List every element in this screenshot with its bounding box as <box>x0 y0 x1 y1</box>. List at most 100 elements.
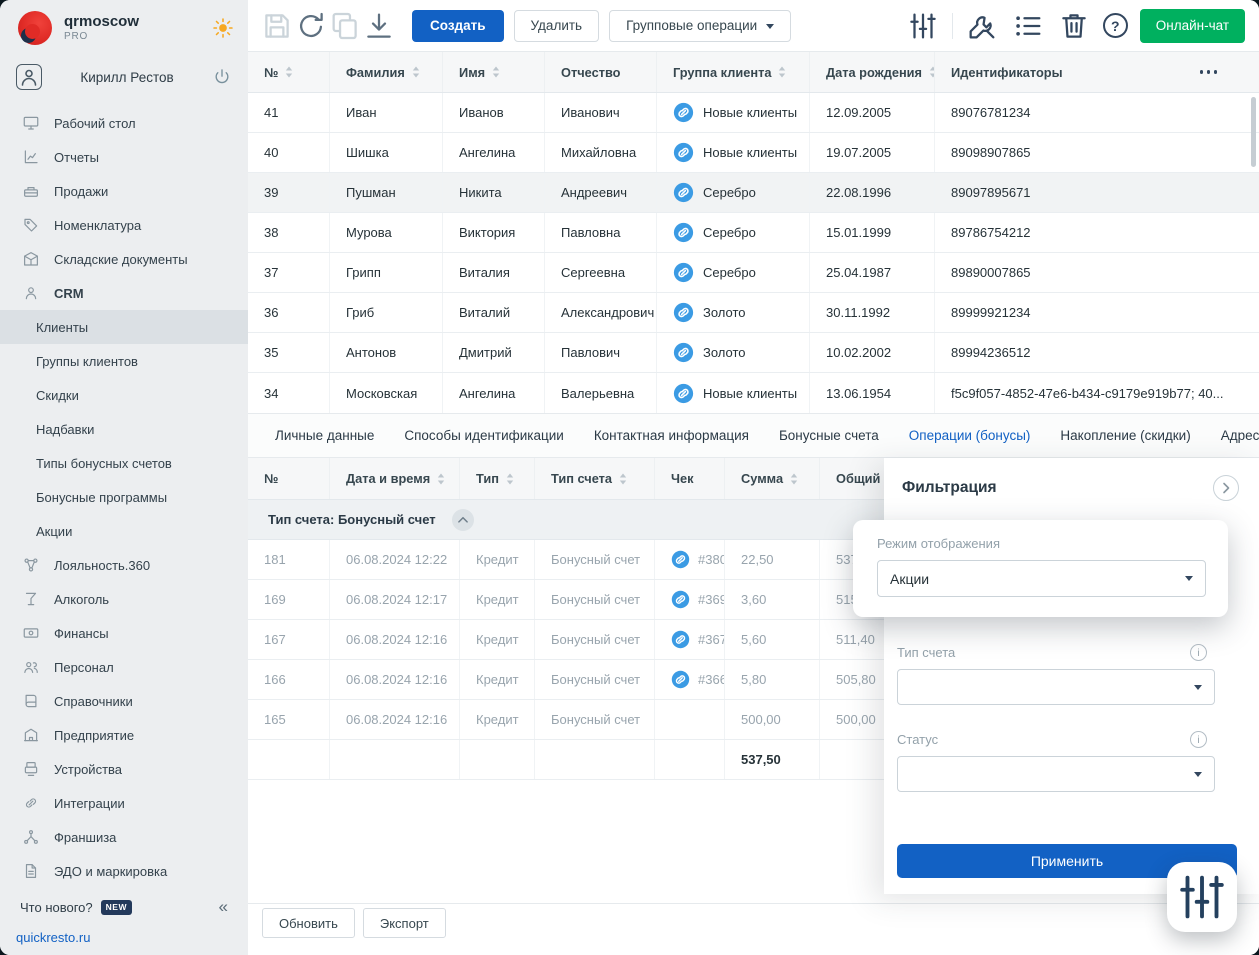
client-row[interactable]: 38МуроваВикторияПавловнаСеребро15.01.199… <box>248 213 1259 253</box>
display-mode-select[interactable]: Акции <box>877 560 1206 597</box>
site-link[interactable]: quickresto.ru <box>16 930 90 945</box>
sort-icon[interactable] <box>778 66 786 78</box>
sidebar-item-surcharges[interactable]: Надбавки <box>0 412 248 446</box>
trash-icon[interactable] <box>1057 9 1091 43</box>
sidebar-item-integrations[interactable]: Интеграции <box>0 786 248 820</box>
link-icon[interactable] <box>673 383 694 404</box>
ops-column-header-datetime[interactable]: Дата и время <box>330 458 460 499</box>
create-button[interactable]: Создать <box>412 10 504 42</box>
sidebar-item-edo[interactable]: ЭДО и маркировка <box>0 854 248 888</box>
collapse-group-icon[interactable] <box>452 509 474 531</box>
copy-icon[interactable] <box>328 9 362 43</box>
sort-icon[interactable] <box>790 473 798 485</box>
sidebar-item-nomenclature[interactable]: Номенклатура <box>0 208 248 242</box>
client-row[interactable]: 40ШишкаАнгелинаМихайловнаНовые клиенты19… <box>248 133 1259 173</box>
sidebar-item-finance[interactable]: Финансы <box>0 616 248 650</box>
tab-identification-methods[interactable]: Способы идентификации <box>404 428 563 443</box>
sort-icon[interactable] <box>285 66 293 78</box>
sidebar-item-bonus-account-types[interactable]: Типы бонусных счетов <box>0 446 248 480</box>
sidebar-item-discounts[interactable]: Скидки <box>0 378 248 412</box>
link-icon[interactable] <box>673 302 694 323</box>
client-row[interactable]: 39ПушманНикитаАндреевичСеребро22.08.1996… <box>248 173 1259 213</box>
sidebar-item-bonus-programs[interactable]: Бонусные программы <box>0 480 248 514</box>
tab-operations-bonuses[interactable]: Операции (бонусы) <box>909 428 1031 443</box>
scrollbar[interactable] <box>1251 97 1256 167</box>
link-icon[interactable] <box>671 590 690 609</box>
export-button[interactable]: Экспорт <box>363 908 446 938</box>
tab-bonus-accounts[interactable]: Бонусные счета <box>779 428 879 443</box>
list-settings-icon[interactable] <box>1011 9 1045 43</box>
sort-icon[interactable] <box>506 473 514 485</box>
sidebar-item-reports[interactable]: Отчеты <box>0 140 248 174</box>
help-icon[interactable]: ? <box>1103 13 1128 38</box>
client-row[interactable]: 35АнтоновДмитрийПавловичЗолото10.02.2002… <box>248 333 1259 373</box>
user-row[interactable]: Кирилл Рестов <box>0 56 248 98</box>
column-header-first-name[interactable]: Имя <box>443 52 545 92</box>
sidebar-item-sales[interactable]: Продажи <box>0 174 248 208</box>
link-icon[interactable] <box>671 630 690 649</box>
tab-addresses[interactable]: Адреса <box>1221 428 1259 443</box>
link-icon[interactable] <box>673 182 694 203</box>
ops-column-header-num[interactable]: № <box>248 458 330 499</box>
account-type-select[interactable] <box>897 669 1215 705</box>
refresh-icon[interactable] <box>294 9 328 43</box>
sidebar-item-clients[interactable]: Клиенты <box>0 310 248 344</box>
tab-personal-data[interactable]: Личные данные <box>275 428 374 443</box>
sort-icon[interactable] <box>619 473 627 485</box>
client-row[interactable]: 34МосковскаяАнгелинаВалерьевнаНовые клие… <box>248 373 1259 413</box>
link-icon[interactable] <box>673 342 694 363</box>
status-select[interactable] <box>897 756 1215 792</box>
link-icon[interactable] <box>673 222 694 243</box>
refresh-button[interactable]: Обновить <box>262 908 355 938</box>
tools-icon[interactable] <box>965 9 999 43</box>
column-header-client-group[interactable]: Группа клиента <box>657 52 810 92</box>
sidebar-item-directories[interactable]: Справочники <box>0 684 248 718</box>
client-row[interactable]: 36ГрибВиталийАлександровичЗолото30.11.19… <box>248 293 1259 333</box>
link-icon[interactable] <box>671 550 690 569</box>
sidebar-item-staff[interactable]: Персонал <box>0 650 248 684</box>
column-header-middle-name[interactable]: Отчество <box>545 52 657 92</box>
column-settings-icon[interactable] <box>906 9 940 43</box>
sort-icon[interactable] <box>492 66 500 78</box>
sidebar-item-franchise[interactable]: Франшиза <box>0 820 248 854</box>
info-icon[interactable]: i <box>1190 731 1207 748</box>
column-header-birth-date[interactable]: Дата рождения <box>810 52 935 92</box>
sidebar-item-promotions[interactable]: Акции <box>0 514 248 548</box>
online-chat-button[interactable]: Онлайн-чат <box>1140 9 1245 43</box>
ops-column-header-type[interactable]: Тип <box>460 458 535 499</box>
link-icon[interactable] <box>673 102 694 123</box>
group-operations-dropdown[interactable]: Групповые операции <box>609 10 791 42</box>
sidebar-item-client-groups[interactable]: Группы клиентов <box>0 344 248 378</box>
theme-toggle-icon[interactable] <box>212 17 234 39</box>
whats-new-link[interactable]: Что нового? <box>20 900 93 915</box>
filter-fab-button[interactable] <box>1167 862 1237 932</box>
sidebar-item-warehouse-docs[interactable]: Складские документы <box>0 242 248 276</box>
sort-icon[interactable] <box>412 66 420 78</box>
row-actions-menu-icon[interactable] <box>1200 70 1218 74</box>
sort-icon[interactable] <box>437 473 445 485</box>
link-icon[interactable] <box>673 142 694 163</box>
client-row[interactable]: 37ГриппВиталияСергеевнаСеребро25.04.1987… <box>248 253 1259 293</box>
link-icon[interactable] <box>673 262 694 283</box>
ops-column-header-sum[interactable]: Сумма <box>725 458 820 499</box>
client-row[interactable]: 41ИванИвановИвановичНовые клиенты12.09.2… <box>248 93 1259 133</box>
column-header-last-name[interactable]: Фамилия <box>330 52 443 92</box>
link-icon[interactable] <box>671 670 690 689</box>
collapse-panel-icon[interactable] <box>1213 475 1239 501</box>
column-header-num[interactable]: № <box>248 52 330 92</box>
collapse-sidebar-icon[interactable]: « <box>219 897 238 917</box>
sidebar-item-desktop[interactable]: Рабочий стол <box>0 106 248 140</box>
sidebar-item-loyalty-360[interactable]: Лояльность.360 <box>0 548 248 582</box>
save-icon[interactable] <box>260 9 294 43</box>
delete-button[interactable]: Удалить <box>514 10 600 42</box>
sidebar-item-alcohol[interactable]: Алкоголь <box>0 582 248 616</box>
tab-accrual-discounts[interactable]: Накопление (скидки) <box>1060 428 1190 443</box>
download-icon[interactable] <box>362 9 396 43</box>
info-icon[interactable]: i <box>1190 644 1207 661</box>
tab-contact-info[interactable]: Контактная информация <box>594 428 749 443</box>
sidebar-item-enterprise[interactable]: Предприятие <box>0 718 248 752</box>
ops-column-header-check[interactable]: Чек <box>655 458 725 499</box>
ops-column-header-account-type[interactable]: Тип счета <box>535 458 655 499</box>
sidebar-item-crm[interactable]: CRM <box>0 276 248 310</box>
logout-icon[interactable] <box>212 67 232 87</box>
